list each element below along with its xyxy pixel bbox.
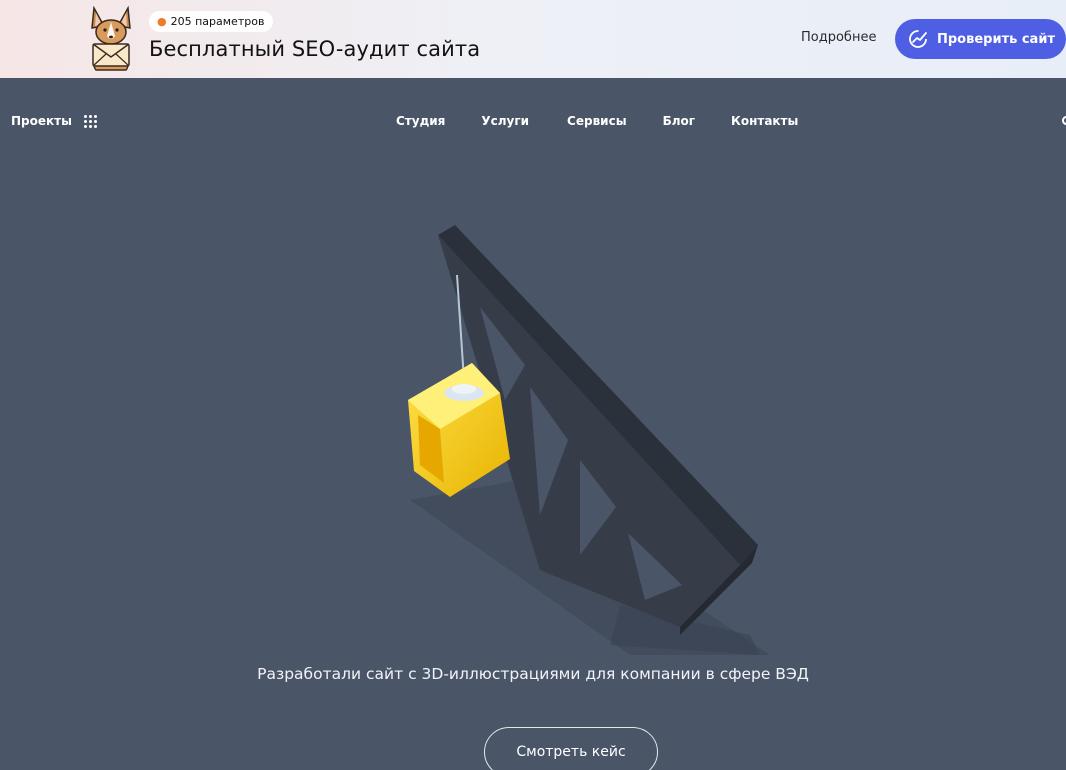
nav-item-services[interactable]: Услуги [481, 114, 529, 128]
projects-label: Проекты [11, 114, 72, 128]
view-case-button[interactable]: Смотреть кейс [484, 727, 658, 770]
promo-banner: ● 205 параметров Бесплатный SEO-аудит са… [0, 0, 1066, 78]
banner-title: Бесплатный SEO-аудит сайта [149, 37, 481, 61]
nav-item-studio[interactable]: Студия [396, 114, 445, 128]
flame-icon: ● [157, 15, 167, 28]
main-nav: Студия Услуги Сервисы Блог Контакты [396, 114, 798, 128]
nav-item-blog[interactable]: Блог [663, 114, 695, 128]
cut-off-icon[interactable] [1062, 116, 1066, 125]
grid-dots-icon [83, 114, 97, 128]
nav-item-contacts[interactable]: Контакты [731, 114, 798, 128]
hero-caption: Разработали сайт с 3D-иллюстрациями для … [257, 665, 809, 683]
badge-text: 205 параметров [170, 15, 265, 28]
corgi-mascot-icon [91, 6, 131, 71]
check-site-label: Проверить сайт [937, 31, 1055, 47]
projects-menu[interactable]: Проекты [11, 114, 97, 128]
check-site-button[interactable]: Проверить сайт [895, 19, 1066, 59]
more-link[interactable]: Подробнее [801, 30, 876, 45]
nav-item-tools[interactable]: Сервисы [567, 114, 627, 128]
parameters-badge: ● 205 параметров [149, 11, 274, 32]
hero-3d-illustration [408, 225, 770, 655]
check-chart-icon [909, 30, 927, 48]
